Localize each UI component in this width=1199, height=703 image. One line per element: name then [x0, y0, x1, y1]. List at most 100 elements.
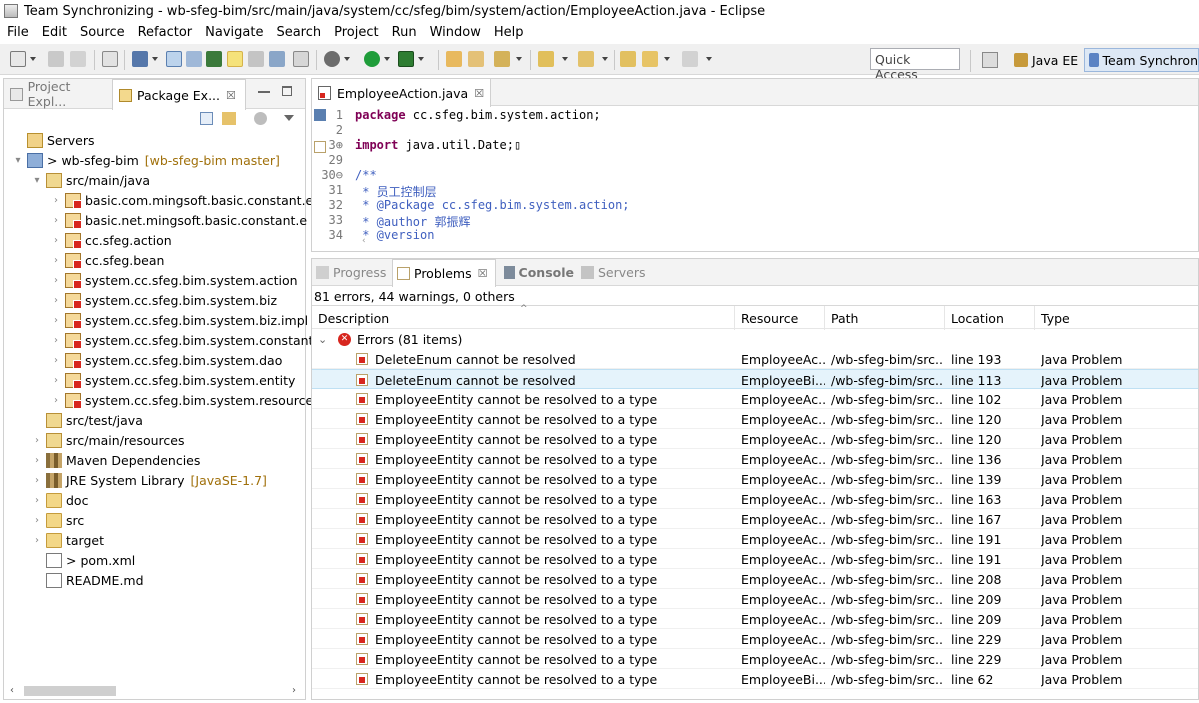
mark-occurrences-icon[interactable]	[206, 51, 222, 67]
editor-scroll-left-icon[interactable]: ‹	[362, 236, 366, 246]
chevron-right-icon[interactable]: ›	[31, 535, 43, 546]
chevron-right-icon[interactable]: ›	[50, 355, 62, 366]
next-annotation-dropdown-icon[interactable]	[562, 57, 568, 61]
binary-icon[interactable]	[102, 51, 118, 67]
forward-icon[interactable]	[682, 51, 698, 67]
search-icon[interactable]	[494, 51, 510, 67]
collapse-all-icon[interactable]	[200, 112, 213, 125]
link-with-editor-icon[interactable]	[222, 112, 236, 125]
menu-help[interactable]: Help	[487, 25, 530, 40]
minimize-icon[interactable]	[258, 91, 270, 93]
problem-row[interactable]: EmployeeEntity cannot be resolved to a t…	[312, 669, 1198, 689]
problem-row[interactable]: EmployeeEntity cannot be resolved to a t…	[312, 609, 1198, 629]
chevron-right-icon[interactable]: ›	[31, 515, 43, 526]
tree-item[interactable]: ▾ > wb-sfeg-bim [wb-sfeg-bim master]	[12, 150, 280, 170]
menu-navigate[interactable]: Navigate	[198, 25, 269, 40]
tree-item[interactable]: › system.cc.sfeg.bim.system.biz	[50, 290, 277, 310]
new-dropdown-icon[interactable]	[30, 57, 36, 61]
problem-row[interactable]: DeleteEnum cannot be resolved EmployeeBi.…	[312, 369, 1198, 389]
quick-access-input[interactable]: Quick Access	[870, 48, 960, 82]
chevron-right-icon[interactable]: ›	[31, 495, 43, 506]
terminal-dropdown-icon[interactable]	[152, 57, 158, 61]
scroll-right-icon[interactable]: ›	[292, 685, 296, 696]
problem-row[interactable]: EmployeeEntity cannot be resolved to a t…	[312, 569, 1198, 589]
editor-icon[interactable]	[166, 51, 182, 67]
menu-project[interactable]: Project	[327, 25, 384, 40]
back-icon[interactable]	[642, 51, 658, 67]
menu-source[interactable]: Source	[73, 25, 131, 40]
chevron-right-icon[interactable]: ›	[50, 395, 62, 406]
whitespace-icon[interactable]	[269, 51, 285, 67]
chevron-down-icon[interactable]: ⌄	[318, 333, 332, 346]
scroll-thumb[interactable]	[24, 686, 116, 696]
new-icon[interactable]	[10, 51, 26, 67]
problem-row[interactable]: EmployeeEntity cannot be resolved to a t…	[312, 429, 1198, 449]
prev-annotation-icon[interactable]	[578, 51, 594, 67]
pilcrow-icon[interactable]	[293, 51, 309, 67]
tree-item[interactable]: › system.cc.sfeg.bim.system.biz.impl	[50, 310, 308, 330]
debug-icon[interactable]	[324, 51, 340, 67]
chevron-right-icon[interactable]: ›	[50, 235, 62, 246]
open-type-icon[interactable]	[446, 51, 462, 67]
run-server-icon[interactable]	[398, 51, 414, 67]
problem-row[interactable]: EmployeeEntity cannot be resolved to a t…	[312, 529, 1198, 549]
terminal-icon[interactable]	[132, 51, 148, 67]
tree-item[interactable]: › system.cc.sfeg.bim.system.action	[50, 270, 298, 290]
tree-item[interactable]: › src/main/resources	[31, 430, 184, 450]
maximize-icon[interactable]	[282, 86, 292, 96]
tree-item[interactable]: › JRE System Library [JavaSE-1.7]	[31, 470, 267, 490]
problem-row[interactable]: EmployeeEntity cannot be resolved to a t…	[312, 469, 1198, 489]
problem-row[interactable]: DeleteEnum cannot be resolved EmployeeAc.…	[312, 349, 1198, 369]
problem-row[interactable]: EmployeeEntity cannot be resolved to a t…	[312, 629, 1198, 649]
forward-dropdown-icon[interactable]	[706, 57, 712, 61]
last-edit-icon[interactable]	[620, 51, 636, 67]
tab-employee-action[interactable]: EmployeeAction.java ☒	[312, 79, 492, 107]
chevron-right-icon[interactable]: ›	[50, 215, 62, 226]
tab-package-explorer[interactable]: Package Ex... ☒	[112, 79, 246, 110]
column-resource[interactable]: Resource	[735, 306, 825, 330]
focus-icon[interactable]	[254, 112, 267, 125]
problem-row[interactable]: EmployeeEntity cannot be resolved to a t…	[312, 549, 1198, 569]
tree-item[interactable]: › basic.com.mingsoft.basic.constant.e	[50, 190, 313, 210]
prev-annotation-dropdown-icon[interactable]	[602, 57, 608, 61]
problem-row[interactable]: EmployeeEntity cannot be resolved to a t…	[312, 589, 1198, 609]
problem-row[interactable]: EmployeeEntity cannot be resolved to a t…	[312, 449, 1198, 469]
tree-item[interactable]: › doc	[31, 490, 88, 510]
open-task-icon[interactable]	[468, 51, 484, 67]
chevron-right-icon[interactable]: ›	[31, 475, 43, 486]
column-location[interactable]: Location	[945, 306, 1035, 330]
view-menu-icon[interactable]	[284, 115, 294, 121]
problem-row[interactable]: EmployeeEntity cannot be resolved to a t…	[312, 389, 1198, 409]
column-type[interactable]: Type	[1035, 306, 1198, 330]
tab-progress[interactable]: Progress	[312, 259, 392, 286]
tab-project-explorer[interactable]: Project Expl...	[4, 79, 110, 109]
menu-edit[interactable]: Edit	[35, 25, 73, 40]
chevron-down-icon[interactable]: ▾	[12, 155, 24, 166]
debug-dropdown-icon[interactable]	[344, 57, 350, 61]
column-description[interactable]: Description	[312, 306, 735, 330]
chevron-down-icon[interactable]: ▾	[31, 175, 43, 186]
tree-item[interactable]: › cc.sfeg.action	[50, 230, 172, 250]
close-icon[interactable]: ☒	[474, 87, 484, 100]
tree-item[interactable]: › system.cc.sfeg.bim.system.dao	[50, 350, 282, 370]
tree-item[interactable]: › system.cc.sfeg.bim.system.entity	[50, 370, 295, 390]
tree-item[interactable]: README.md	[31, 570, 144, 590]
toggle-icon[interactable]	[186, 51, 202, 67]
horizontal-scrollbar[interactable]: ‹ ›	[10, 683, 300, 697]
perspective-java-ee[interactable]: Java EE	[1010, 48, 1078, 72]
chevron-right-icon[interactable]: ›	[50, 315, 62, 326]
scroll-left-icon[interactable]: ‹	[10, 685, 14, 696]
menu-window[interactable]: Window	[423, 25, 487, 40]
close-icon[interactable]: ☒	[478, 267, 488, 280]
chevron-right-icon[interactable]: ›	[31, 435, 43, 446]
search-dropdown-icon[interactable]	[516, 57, 522, 61]
save-icon[interactable]	[48, 51, 64, 67]
close-icon[interactable]: ☒	[226, 89, 236, 102]
tree-item[interactable]: › target	[31, 530, 104, 550]
tree-item[interactable]: src/test/java	[31, 410, 143, 430]
run-server-dropdown-icon[interactable]	[418, 57, 424, 61]
menu-file[interactable]: File	[0, 25, 35, 40]
chevron-right-icon[interactable]: ›	[50, 375, 62, 386]
column-path[interactable]: Path	[825, 306, 945, 330]
problem-row[interactable]: EmployeeEntity cannot be resolved to a t…	[312, 489, 1198, 509]
